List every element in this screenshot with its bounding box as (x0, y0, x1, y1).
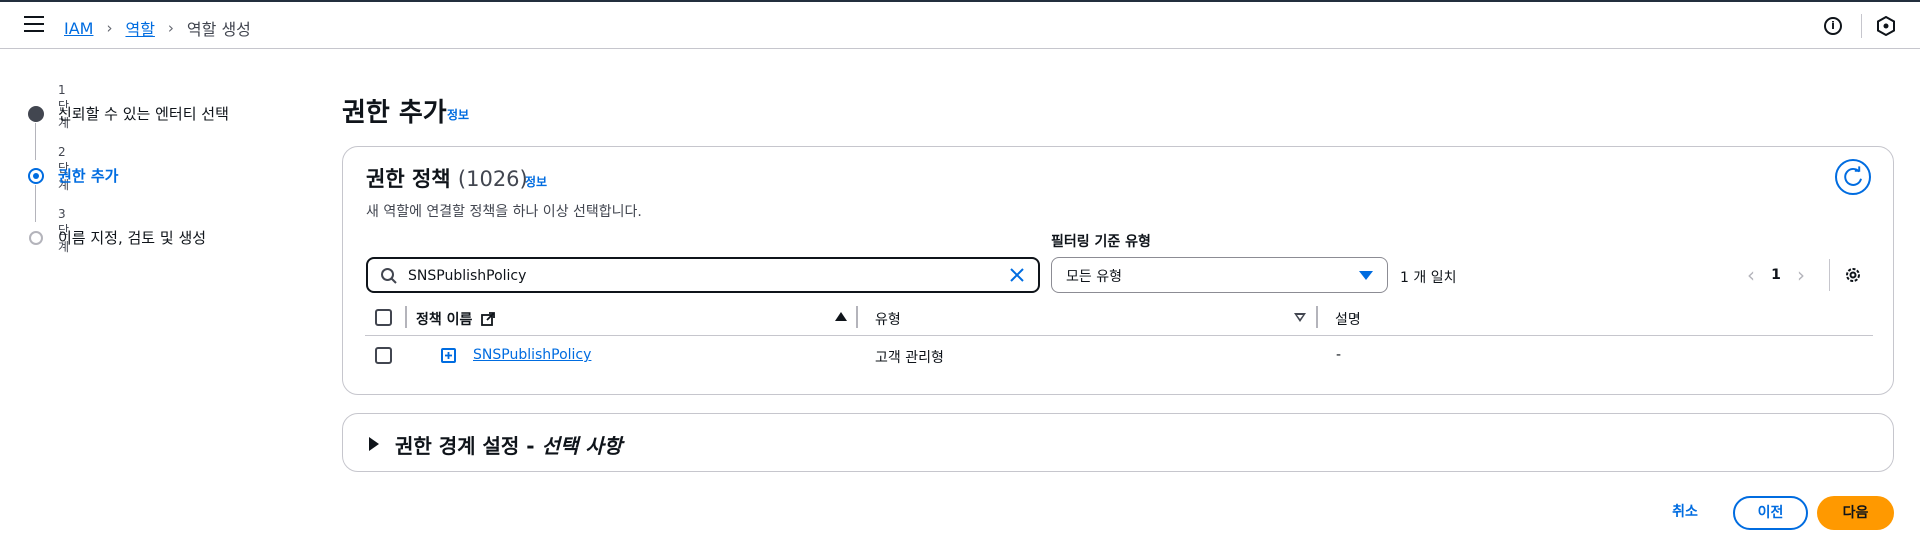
filter-type-select[interactable]: 모든 유형 (1051, 257, 1388, 293)
chevron-right-icon: › (167, 19, 174, 37)
container-title: 권한 정책 (1026) (366, 163, 528, 193)
column-header-type[interactable]: 유형 (875, 309, 901, 329)
step-connector (35, 185, 36, 222)
expander-title-text: 권한 경계 설정 - (395, 434, 542, 458)
step-name: 신뢰할 수 있는 엔터티 선택 (58, 105, 229, 123)
step-status-icon (28, 168, 44, 184)
column-divider (856, 306, 858, 328)
menu-icon[interactable] (24, 16, 44, 34)
refresh-icon[interactable] (1835, 159, 1871, 195)
search-field[interactable] (366, 257, 1040, 293)
divider (1861, 14, 1862, 38)
gear-icon[interactable] (1843, 265, 1863, 285)
filter-label: 필터링 기준 유형 (1051, 234, 1151, 250)
previous-button[interactable]: 이전 (1733, 496, 1808, 530)
container-description: 새 역할에 연결할 정책을 하나 이상 선택합니다. (366, 204, 642, 220)
expander-title: 권한 경계 설정 - 선택 사항 (395, 430, 622, 459)
policy-name-link[interactable]: SNSPublishPolicy (473, 347, 591, 363)
external-link-icon (481, 312, 496, 326)
notifications-hex-icon[interactable] (1876, 16, 1896, 36)
breadcrumb-current: 역할 생성 (186, 20, 251, 39)
expand-plus-icon[interactable] (441, 348, 456, 363)
policy-count: (1026) (457, 167, 528, 191)
divider (1829, 259, 1830, 291)
caret-right-icon (369, 437, 379, 451)
filter-selected-value: 모든 유형 (1066, 269, 1122, 285)
breadcrumb-link-iam[interactable]: IAM (64, 19, 93, 38)
search-input[interactable] (408, 265, 988, 287)
chevron-right-icon: › (106, 19, 113, 37)
previous-page-icon[interactable]: ‹ (1741, 263, 1761, 287)
container-title-text: 권한 정책 (366, 167, 451, 191)
search-icon (381, 268, 397, 284)
column-header-policy-name[interactable]: 정책 이름 (416, 309, 496, 329)
breadcrumb-link-roles[interactable]: 역할 (125, 16, 154, 40)
breadcrumb: IAM › 역할 › 역할 생성 (64, 16, 251, 40)
match-count: 1 개 일치 (1400, 270, 1457, 286)
info-link[interactable]: 정보 (447, 106, 469, 123)
close-icon[interactable] (1008, 266, 1026, 284)
row-checkbox[interactable] (375, 347, 392, 364)
step-status-icon (29, 231, 43, 245)
permission-policies-container: 권한 정책 (1026) 정보 새 역할에 연결할 정책을 하나 이상 선택합니… (342, 146, 1894, 395)
sort-ascending-icon[interactable] (835, 312, 847, 321)
policy-type-cell: 고객 관리형 (875, 350, 944, 366)
policy-description-cell: - (1336, 347, 1342, 363)
policies-table: 정책 이름 유형 설명 SNSPublishPolicy 고객 관리형 - (365, 299, 1873, 376)
sort-descending-icon[interactable] (1294, 313, 1306, 322)
info-icon[interactable]: i (1824, 17, 1842, 35)
table-header: 정책 이름 유형 설명 (365, 299, 1873, 336)
expander-title-optional: 선택 사항 (541, 434, 623, 458)
page-title: 권한 추가 (342, 98, 447, 128)
page-number[interactable]: 1 (1761, 267, 1791, 283)
pagination: ‹ 1 › (1741, 260, 1811, 290)
top-navigation-bar: IAM › 역할 › 역할 생성 i (0, 0, 1920, 49)
caret-down-icon (1359, 271, 1373, 280)
policy-name-cell: SNSPublishPolicy (473, 347, 591, 363)
info-link[interactable]: 정보 (525, 173, 547, 190)
column-header-label: 정책 이름 (416, 312, 473, 328)
permissions-boundary-expander[interactable]: 권한 경계 설정 - 선택 사항 (342, 413, 1894, 472)
step-connector (35, 123, 36, 160)
next-page-icon[interactable]: › (1791, 263, 1811, 287)
cancel-button[interactable]: 취소 (1663, 497, 1707, 527)
table-row[interactable]: SNSPublishPolicy 고객 관리형 - (365, 336, 1873, 376)
step-name: 이름 지정, 검토 및 생성 (58, 229, 207, 247)
column-divider (405, 306, 407, 328)
next-button[interactable]: 다음 (1817, 496, 1894, 530)
step-name: 권한 추가 (58, 167, 119, 185)
column-divider (1316, 306, 1318, 328)
step-status-icon (28, 106, 44, 122)
column-header-description[interactable]: 설명 (1335, 309, 1361, 329)
select-all-checkbox[interactable] (375, 309, 392, 326)
